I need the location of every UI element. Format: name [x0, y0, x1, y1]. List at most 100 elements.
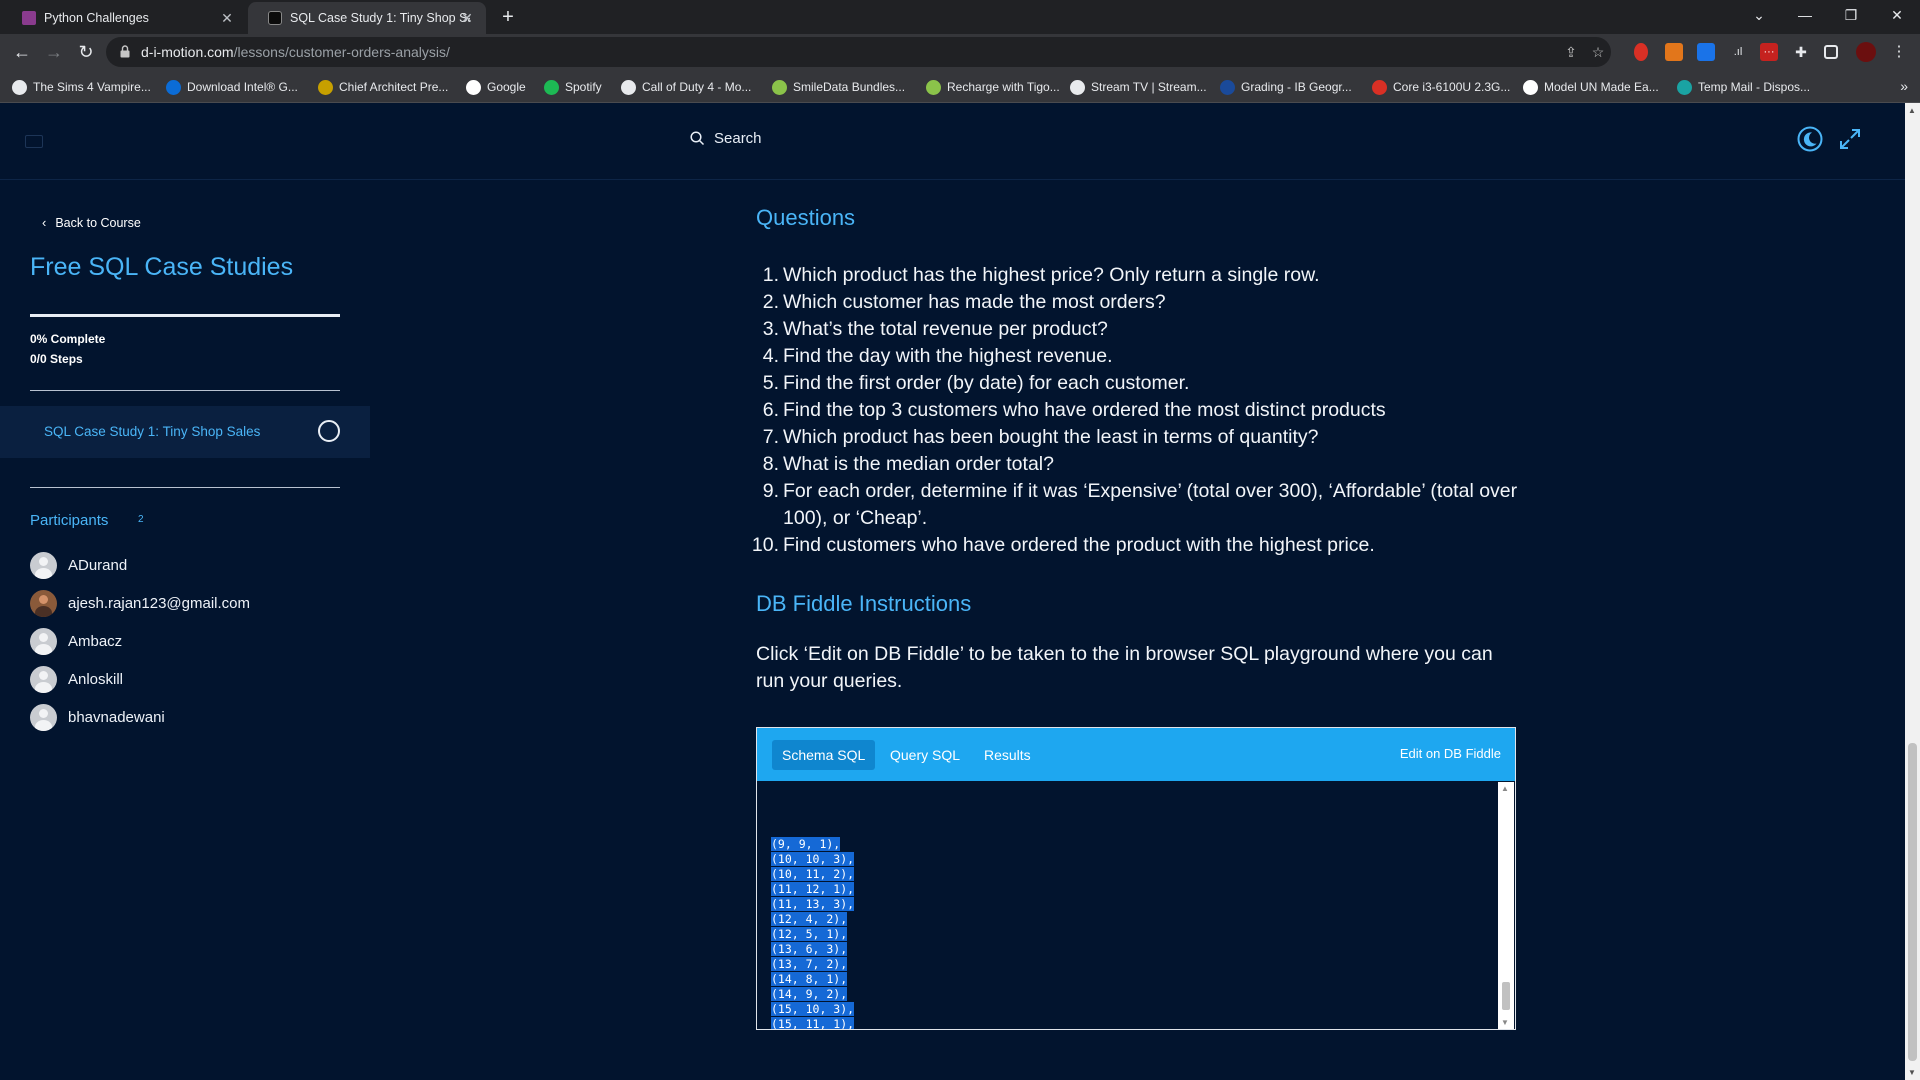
- browser-menu-icon[interactable]: ⋮: [1890, 43, 1908, 61]
- extension-red-icon[interactable]: [1634, 43, 1648, 61]
- page-icon: [621, 79, 636, 95]
- bookmark-item[interactable]: Spotify: [544, 78, 602, 96]
- avatar: [30, 666, 57, 693]
- page-scroll-thumb[interactable]: [1908, 743, 1917, 1061]
- page-scrollbar[interactable]: ▲ ▼: [1905, 103, 1920, 1080]
- browser-tab-python-challenges[interactable]: Python Challenges ✕: [2, 2, 246, 34]
- question-number: 8.: [762, 453, 779, 475]
- tab-results[interactable]: Results: [974, 740, 1041, 770]
- search-button[interactable]: Search: [690, 130, 762, 147]
- bookmark-item[interactable]: The Sims 4 Vampire...: [12, 78, 151, 96]
- tab-strip: Python Challenges ✕ SQL Case Study 1: Ti…: [0, 0, 1920, 34]
- code-line: (14, 8, 1),: [771, 972, 854, 987]
- bookmark-item[interactable]: Google: [466, 78, 526, 96]
- tab-schema-sql[interactable]: Schema SQL: [772, 740, 876, 770]
- close-tab-icon[interactable]: ✕: [218, 9, 236, 27]
- participants-title: Participants: [30, 512, 109, 529]
- lesson-link[interactable]: SQL Case Study 1: Tiny Shop Sales: [44, 424, 260, 439]
- question-item: 2. Which customer has made the most order…: [756, 289, 1526, 316]
- bookmark-item[interactable]: Grading - IB Geogr...: [1220, 78, 1352, 96]
- scroll-down-arrow-icon[interactable]: ▼: [1908, 1068, 1916, 1077]
- participant-item[interactable]: bhavnadewani: [30, 704, 165, 731]
- code-lines: (9, 9, 1), (10, 10, 3), (10, 11, 2), (11, 1…: [771, 837, 855, 1029]
- bookmark-item[interactable]: Recharge with Tigo...: [926, 78, 1060, 96]
- address-bar[interactable]: d-i-motion.com/lessons/customer-orders-a…: [106, 37, 1611, 67]
- page-header: Search: [0, 103, 1905, 180]
- close-window-button[interactable]: ✕: [1874, 0, 1920, 30]
- avatar: [30, 590, 57, 617]
- participant-item[interactable]: ajesh.rajan123@gmail.com: [30, 590, 250, 617]
- scroll-up-arrow-icon[interactable]: ▲: [1908, 106, 1916, 115]
- scroll-down-arrow-icon[interactable]: ▼: [1501, 1018, 1509, 1027]
- code-line-text: (14, 9, 2),: [771, 987, 848, 1001]
- scroll-up-arrow-icon[interactable]: ▲: [1501, 784, 1509, 793]
- participant-item[interactable]: Ambacz: [30, 628, 122, 655]
- avatar: [30, 628, 57, 655]
- question-item: 6. Find the top 3 customers who have orde…: [756, 397, 1526, 424]
- forward-arrow-icon[interactable]: →: [42, 40, 66, 64]
- bookmarks-overflow-icon[interactable]: »: [1900, 78, 1908, 94]
- code-line: (15, 10, 3),: [771, 1002, 855, 1017]
- question-item: 4. Find the day with the highest revenue.: [756, 343, 1526, 370]
- back-arrow-icon[interactable]: ←: [10, 40, 34, 64]
- restore-button[interactable]: ❐: [1828, 0, 1874, 30]
- code-line-text: (9, 9, 1),: [771, 837, 841, 851]
- bookmark-item[interactable]: SmileData Bundles...: [772, 78, 905, 96]
- tab-query-sql[interactable]: Query SQL: [880, 740, 970, 770]
- sidebar-toggle-icon[interactable]: [25, 135, 43, 148]
- tab-search-icon[interactable]: ⌄: [1736, 0, 1782, 30]
- translate-extension-icon[interactable]: [1697, 43, 1715, 61]
- monitor-icon: [12, 79, 27, 95]
- question-text: Find customers who have ordered the prod…: [783, 534, 1375, 556]
- extensions-puzzle-icon[interactable]: ✚: [1792, 43, 1810, 61]
- bookmark-item[interactable]: Call of Duty 4 - Mo...: [621, 78, 751, 96]
- close-tab-icon[interactable]: ✕: [458, 9, 476, 27]
- minimize-button[interactable]: —: [1782, 0, 1828, 30]
- lesson-status-circle-icon: [318, 420, 340, 442]
- participant-item[interactable]: ADurand: [30, 552, 127, 579]
- participant-item[interactable]: Anloskill: [30, 666, 123, 693]
- side-panel-icon[interactable]: [1824, 45, 1838, 59]
- schema-code-editor[interactable]: (9, 9, 1), (10, 10, 3), (10, 11, 2), (11, 1…: [757, 781, 1497, 1029]
- bookmark-item[interactable]: Model UN Made Ea...: [1523, 78, 1659, 96]
- browser-tab-sql-case-study[interactable]: SQL Case Study 1: Tiny Shop Sale ✕: [248, 2, 486, 34]
- question-number: 6.: [762, 399, 779, 421]
- question-number: 10.: [751, 534, 779, 556]
- extension-dots-icon[interactable]: ···: [1760, 43, 1778, 61]
- chevron-left-icon: ‹: [42, 215, 47, 230]
- bookmark-item[interactable]: Core i3-6100U 2.3G...: [1372, 78, 1510, 96]
- question-item: 1. Which product has the highest price? O…: [756, 262, 1526, 289]
- bookmark-label: Google: [487, 80, 526, 94]
- code-line-text: (10, 11, 2),: [771, 867, 855, 881]
- lesson-list-item[interactable]: SQL Case Study 1: Tiny Shop Sales: [0, 406, 370, 458]
- bookmark-label: Download Intel® G...: [187, 80, 298, 94]
- dark-mode-toggle-icon[interactable]: [1797, 126, 1823, 152]
- back-to-course-link[interactable]: ‹ Back to Course: [42, 215, 141, 230]
- lock-icon: [120, 45, 130, 58]
- course-title[interactable]: Free SQL Case Studies: [30, 253, 293, 282]
- fullscreen-expand-icon[interactable]: [1838, 127, 1862, 151]
- metamask-icon[interactable]: [1665, 43, 1683, 61]
- tab-title: SQL Case Study 1: Tiny Shop Sale: [290, 11, 470, 25]
- db-fiddle-embed[interactable]: Schema SQL Query SQL Results Edit on DB …: [756, 727, 1516, 1030]
- new-tab-button[interactable]: +: [496, 6, 520, 30]
- question-item: 5. Find the first order (by date) for eac…: [756, 370, 1526, 397]
- bookmark-item[interactable]: Chief Architect Pre...: [318, 78, 448, 96]
- bookmark-item[interactable]: Download Intel® G...: [166, 78, 298, 96]
- bookmark-star-icon[interactable]: ☆: [1589, 43, 1607, 61]
- fiddle-scroll-thumb[interactable]: [1502, 982, 1510, 1010]
- bookmark-label: SmileData Bundles...: [793, 80, 906, 94]
- question-number: 7.: [762, 426, 779, 448]
- fiddle-scrollbar[interactable]: ▲ ▼: [1498, 782, 1514, 1029]
- bookmark-item[interactable]: Stream TV | Stream...: [1070, 78, 1207, 96]
- bookmark-label: Call of Duty 4 - Mo...: [642, 80, 752, 94]
- reload-icon[interactable]: ↻: [74, 40, 98, 64]
- signal-extension-icon[interactable]: .ıl: [1729, 43, 1747, 61]
- profile-avatar[interactable]: [1856, 42, 1876, 62]
- participants-count-badge: 2: [138, 514, 144, 525]
- bookmark-item[interactable]: Temp Mail - Dispos...: [1677, 78, 1810, 96]
- fiddle-toolbar: Schema SQL Query SQL Results Edit on DB …: [757, 728, 1515, 781]
- questions-heading: Questions: [756, 205, 856, 230]
- edit-on-db-fiddle-link[interactable]: Edit on DB Fiddle: [1400, 746, 1501, 761]
- share-icon[interactable]: ⇪: [1562, 43, 1580, 61]
